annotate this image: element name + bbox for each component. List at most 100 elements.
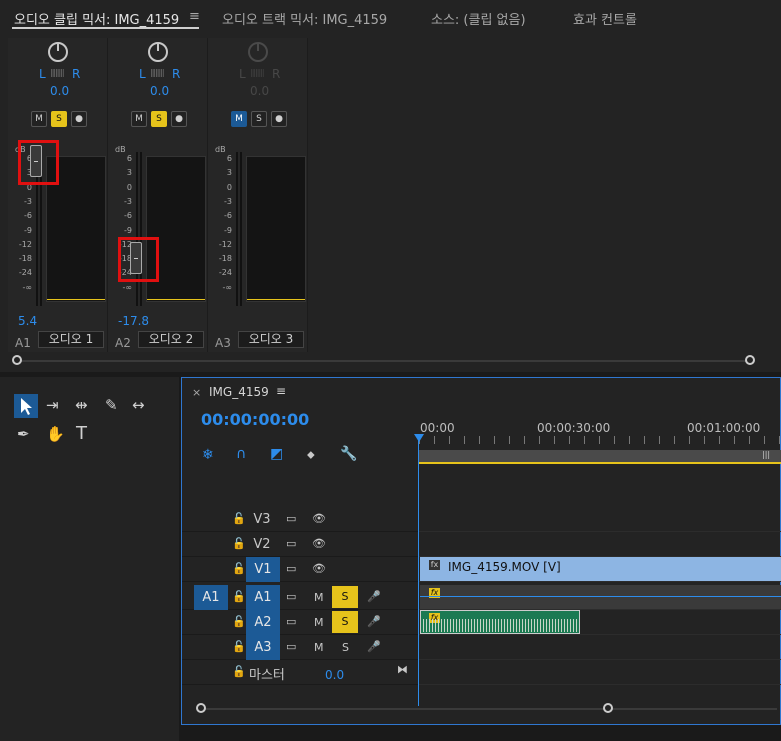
tab-source[interactable]: 소스: (클립 없음) bbox=[431, 9, 526, 28]
record-icon[interactable]: ● bbox=[271, 111, 287, 127]
db-scale-tick: 3 bbox=[126, 168, 132, 178]
zoom-handle-left[interactable] bbox=[196, 703, 206, 713]
record-icon[interactable]: ● bbox=[71, 111, 87, 127]
mute-button[interactable]: M bbox=[31, 111, 47, 127]
lock-icon[interactable]: 🔓 bbox=[232, 640, 246, 653]
voiceover-mic-icon[interactable]: 🎤 bbox=[367, 640, 381, 653]
solo-button[interactable]: S bbox=[332, 611, 358, 633]
eye-icon[interactable]: 👁 bbox=[312, 537, 326, 550]
sequence-menu-icon[interactable]: ≡ bbox=[276, 384, 286, 398]
voiceover-mic-icon[interactable]: 🎤 bbox=[367, 615, 381, 628]
fader-track[interactable] bbox=[136, 152, 138, 306]
sync-lock-icon[interactable]: ▭ bbox=[286, 537, 296, 550]
source-patch-a1[interactable]: A1 bbox=[194, 585, 228, 610]
razor-tool-icon[interactable]: ✎ bbox=[105, 396, 118, 414]
solo-button[interactable]: S bbox=[251, 111, 267, 127]
lane-v1[interactable]: fx IMG_4159.MOV [V] bbox=[419, 557, 781, 582]
record-icon[interactable]: ● bbox=[171, 111, 187, 127]
track-target-v1[interactable]: V1 bbox=[246, 557, 280, 582]
solo-button[interactable]: S bbox=[332, 586, 358, 608]
solo-button[interactable]: S bbox=[151, 111, 167, 127]
audio-waveform bbox=[420, 596, 781, 597]
track-name-field[interactable]: 오디오 2 bbox=[138, 331, 204, 348]
mixer-horizontal-scrollbar[interactable] bbox=[18, 360, 750, 362]
sync-lock-icon[interactable]: ▭ bbox=[286, 590, 296, 603]
voiceover-mic-icon[interactable]: 🎤 bbox=[367, 590, 381, 603]
sync-lock-icon[interactable]: ▭ bbox=[286, 562, 296, 575]
timeline-settings-wrench-icon[interactable]: 🔧 bbox=[340, 446, 357, 462]
track-select-tool-icon[interactable]: ⇥ bbox=[46, 396, 59, 414]
audio-clip-mixer-panel: 오디오 클립 믹서: IMG_4159 ≡ 오디오 트랙 믹서: IMG_415… bbox=[0, 0, 781, 372]
mute-button[interactable]: M bbox=[314, 591, 324, 604]
lane-a1[interactable]: fx bbox=[419, 585, 781, 610]
eye-icon[interactable]: 👁 bbox=[312, 562, 326, 575]
pan-value[interactable]: 0.0 bbox=[50, 84, 69, 98]
linked-selection-icon[interactable]: ◩ bbox=[270, 446, 283, 462]
hand-tool-icon[interactable]: ✋ bbox=[46, 425, 65, 443]
lane-master[interactable] bbox=[419, 660, 781, 685]
master-go-to-end-icon[interactable]: ⧓ bbox=[397, 663, 408, 676]
lane-a2[interactable]: fx bbox=[419, 610, 781, 635]
track-target-a2[interactable]: A2 bbox=[246, 610, 280, 635]
audio-clip-a1[interactable]: fx bbox=[420, 585, 781, 609]
track-name-v2[interactable]: V2 bbox=[246, 532, 278, 557]
pan-knob[interactable] bbox=[48, 42, 68, 62]
db-scale-tick: -∞ bbox=[222, 282, 232, 292]
panel-menu-icon[interactable]: ≡ bbox=[189, 9, 200, 24]
playhead-timecode[interactable]: 00:00:00:00 bbox=[201, 410, 309, 429]
tab-audio-clip-mixer[interactable]: 오디오 클립 믹서: IMG_4159 bbox=[14, 9, 179, 28]
mute-button[interactable]: M bbox=[314, 616, 324, 629]
zoom-handle-right[interactable] bbox=[603, 703, 613, 713]
lane-v2[interactable] bbox=[419, 532, 781, 557]
lane-a3[interactable] bbox=[419, 635, 781, 660]
solo-button[interactable]: S bbox=[51, 111, 67, 127]
time-ruler-ticks[interactable] bbox=[419, 436, 781, 444]
track-name-field[interactable]: 오디오 3 bbox=[238, 331, 304, 348]
close-sequence-icon[interactable]: × bbox=[192, 386, 201, 399]
lock-icon[interactable]: 🔓 bbox=[232, 562, 246, 575]
type-tool-icon[interactable]: T bbox=[76, 423, 87, 444]
volume-value[interactable]: 5.4 bbox=[18, 314, 37, 328]
work-area-bar[interactable] bbox=[419, 450, 781, 464]
mute-button[interactable]: M bbox=[314, 641, 324, 654]
lock-icon[interactable]: 🔓 bbox=[232, 665, 246, 678]
add-marker-icon[interactable]: ⬥ bbox=[307, 448, 315, 462]
solo-button[interactable]: S bbox=[342, 641, 349, 654]
sync-lock-icon[interactable]: ▭ bbox=[286, 615, 296, 628]
eye-icon[interactable]: 👁 bbox=[312, 512, 326, 525]
tab-effect-controls[interactable]: 효과 컨트롤 bbox=[573, 9, 637, 28]
master-volume-value[interactable]: 0.0 bbox=[325, 668, 344, 682]
lock-icon[interactable]: 🔓 bbox=[232, 615, 246, 628]
pan-knob[interactable] bbox=[148, 42, 168, 62]
pen-tool-icon[interactable]: ✒ bbox=[17, 425, 30, 443]
timeline-horizontal-scrollbar[interactable] bbox=[202, 708, 777, 710]
scroll-handle-right[interactable] bbox=[745, 355, 755, 365]
playhead-head-icon[interactable] bbox=[414, 434, 424, 442]
fader-track[interactable] bbox=[236, 152, 238, 306]
scroll-handle-left[interactable] bbox=[12, 355, 22, 365]
nest-toggle-icon[interactable]: ❄ bbox=[202, 447, 214, 463]
sync-lock-icon[interactable]: ▭ bbox=[286, 512, 296, 525]
mute-button[interactable]: M bbox=[131, 111, 147, 127]
ripple-edit-tool-icon[interactable]: ⇹ bbox=[75, 396, 88, 414]
mute-button[interactable]: M bbox=[231, 111, 247, 127]
tab-audio-track-mixer[interactable]: 오디오 트랙 믹서: IMG_4159 bbox=[222, 9, 387, 28]
slip-tool-icon[interactable]: ↔ bbox=[132, 396, 145, 414]
track-target-a3[interactable]: A3 bbox=[246, 635, 280, 660]
volume-value[interactable]: -17.8 bbox=[118, 314, 149, 328]
sequence-tab-title[interactable]: IMG_4159 bbox=[209, 385, 269, 399]
track-target-a1[interactable]: A1 bbox=[246, 585, 280, 610]
sync-lock-icon[interactable]: ▭ bbox=[286, 640, 296, 653]
selection-tool-icon[interactable] bbox=[14, 394, 38, 418]
lock-icon[interactable]: 🔓 bbox=[232, 537, 246, 550]
snap-magnet-icon[interactable]: ∩ bbox=[236, 446, 246, 462]
track-name-v3[interactable]: V3 bbox=[246, 507, 278, 532]
work-area-handle-icon[interactable]: ||| bbox=[762, 450, 770, 459]
lock-icon[interactable]: 🔓 bbox=[232, 512, 246, 525]
audio-clip-a2[interactable]: fx bbox=[420, 610, 580, 634]
lock-icon[interactable]: 🔓 bbox=[232, 590, 246, 603]
track-name-field[interactable]: 오디오 1 bbox=[38, 331, 104, 348]
lane-v3[interactable] bbox=[419, 507, 781, 532]
pan-value[interactable]: 0.0 bbox=[150, 84, 169, 98]
video-clip[interactable]: fx IMG_4159.MOV [V] bbox=[420, 557, 781, 581]
